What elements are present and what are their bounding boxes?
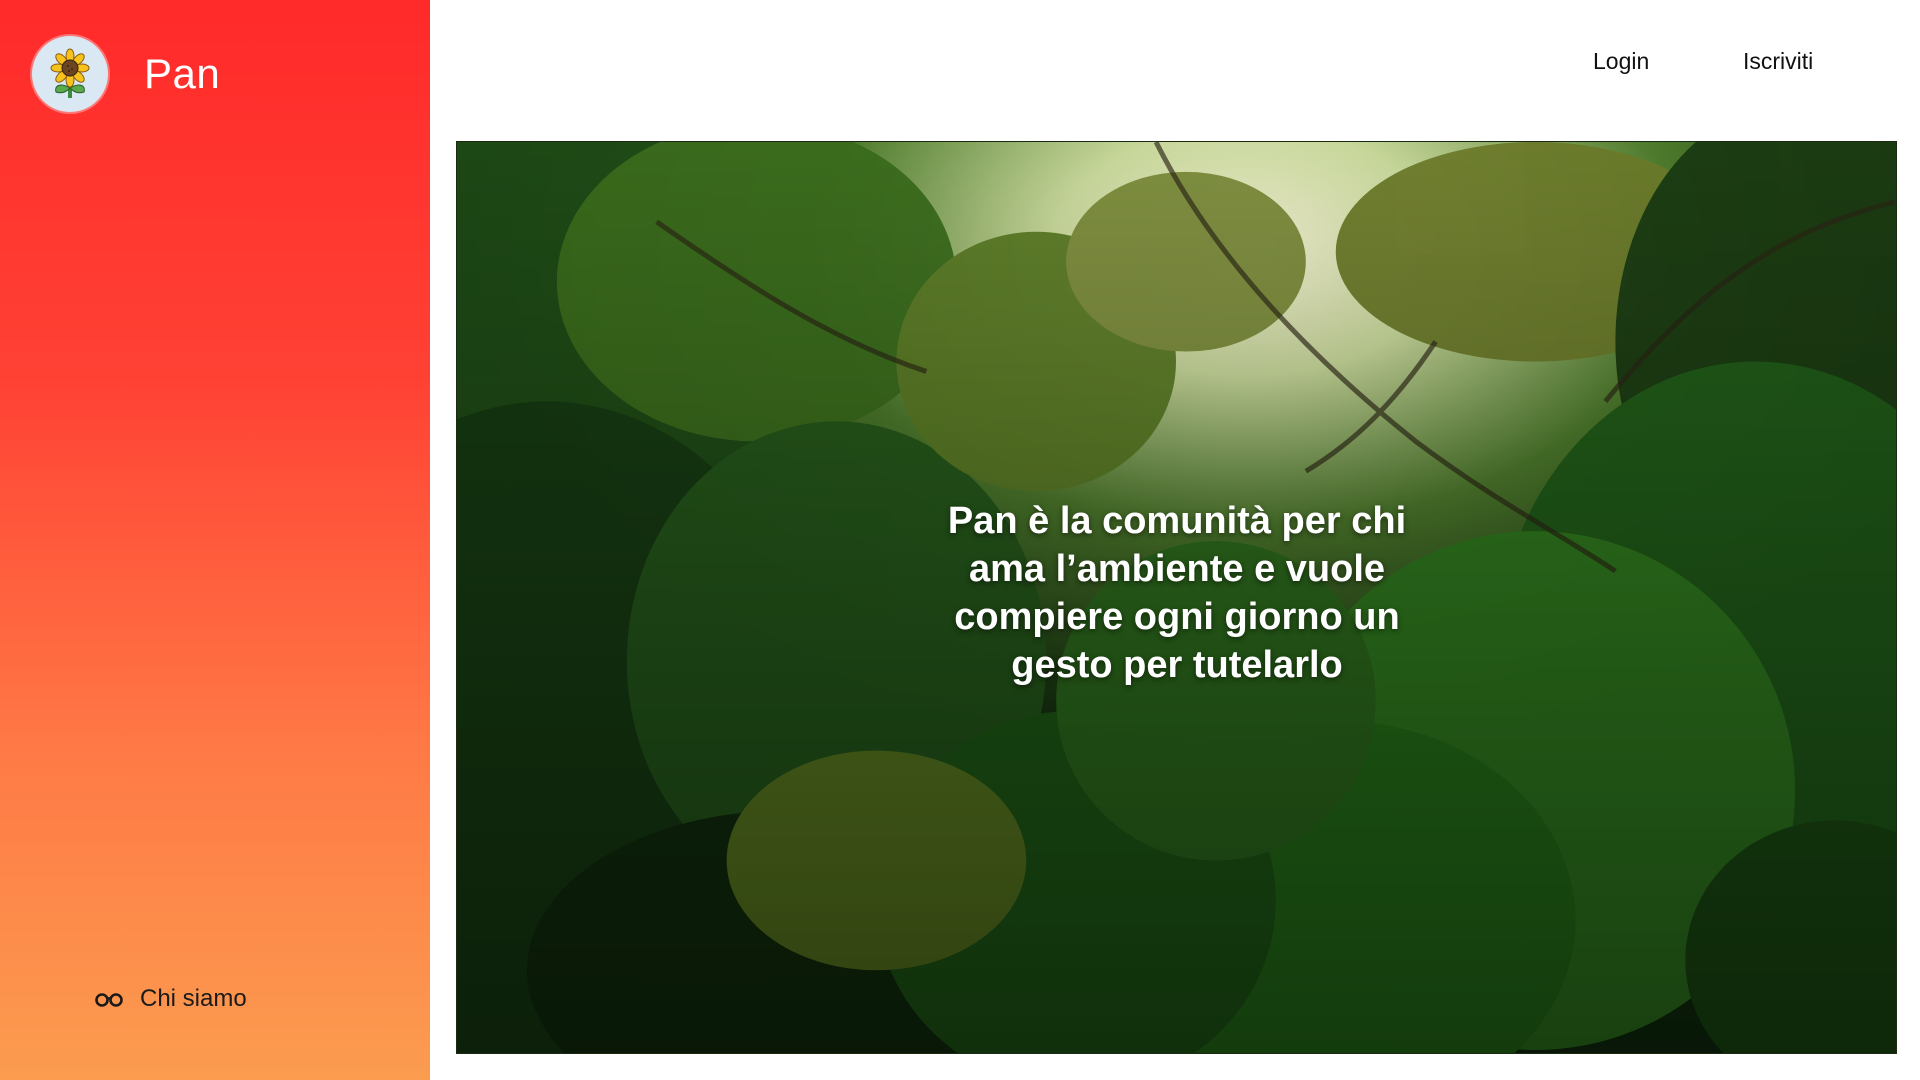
brand[interactable]: Pan: [32, 36, 220, 112]
sidebar-item-chi-siamo[interactable]: Chi siamo: [94, 985, 247, 1013]
hero-banner: Pan è la comunità per chi ama l’ambiente…: [456, 141, 1897, 1054]
brand-name[interactable]: Pan: [144, 50, 220, 98]
glasses-icon: [95, 993, 123, 1007]
signup-link[interactable]: Iscriviti: [1743, 48, 1813, 75]
sidebar: Pan Chi siamo: [0, 0, 430, 1080]
sunflower-icon[interactable]: [32, 36, 108, 112]
top-navigation: Login Iscriviti: [430, 0, 1920, 140]
login-link[interactable]: Login: [1593, 48, 1649, 75]
hero-headline: Pan è la comunità per chi ama l’ambiente…: [947, 500, 1407, 686]
sidebar-item-label: Chi siamo: [140, 985, 247, 1012]
